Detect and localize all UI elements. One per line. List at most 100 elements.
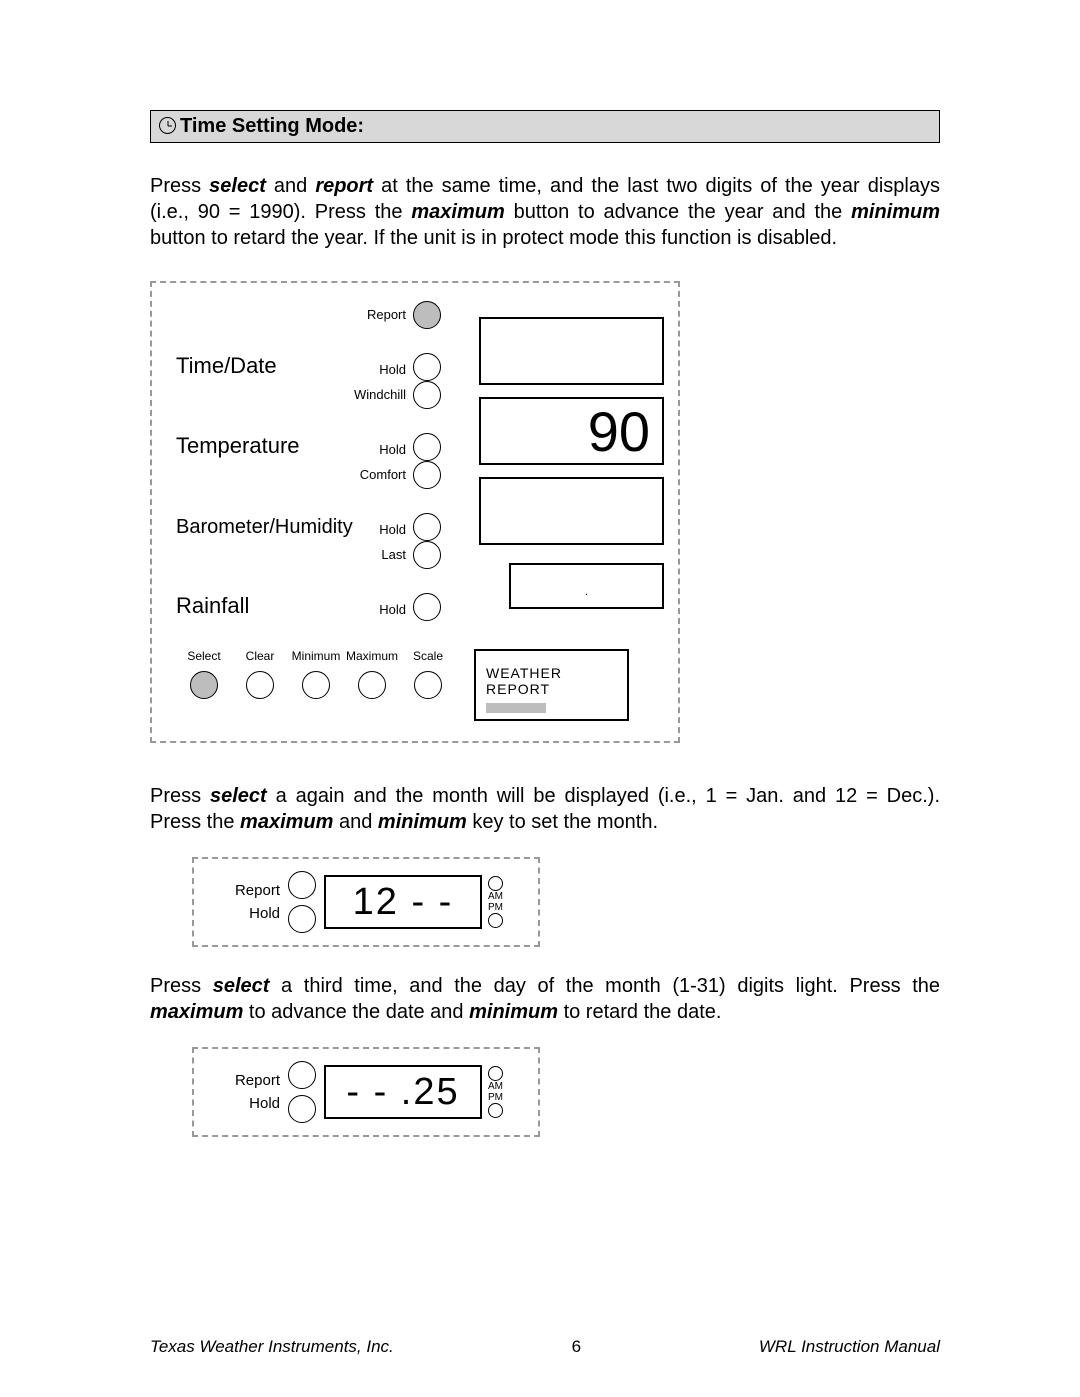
t: Press bbox=[150, 785, 210, 807]
bot-label: Hold bbox=[379, 602, 406, 617]
mini-display: 12 - - bbox=[324, 875, 482, 929]
am-label: AM bbox=[488, 891, 503, 902]
bot-label: Hold bbox=[379, 522, 406, 537]
windchill-button[interactable] bbox=[413, 381, 441, 409]
label: Scale bbox=[400, 649, 456, 663]
bot-label: Hold bbox=[379, 442, 406, 457]
last-button[interactable] bbox=[413, 541, 441, 569]
mini-display: - - .25 bbox=[324, 1065, 482, 1119]
mini-buttons bbox=[284, 871, 320, 933]
row-labels: Temperature Windchill Hold bbox=[176, 381, 406, 461]
hold-button[interactable] bbox=[413, 593, 441, 621]
page-number: 6 bbox=[572, 1337, 581, 1357]
t: Press bbox=[150, 975, 213, 997]
scale-button[interactable] bbox=[414, 671, 442, 699]
kw-maximum: maximum bbox=[150, 1001, 243, 1023]
display-col bbox=[448, 301, 664, 381]
section-heading: Time Setting Mode: bbox=[150, 110, 940, 143]
kw-select: select bbox=[213, 975, 270, 997]
mini-panel-day: Report Hold - - .25 AM PM bbox=[192, 1047, 540, 1137]
page: Time Setting Mode: Press select and repo… bbox=[0, 0, 1080, 1397]
label: Minimum bbox=[288, 649, 344, 663]
t: key to set the month. bbox=[467, 811, 658, 833]
maximum-button-group: Maximum bbox=[344, 649, 400, 699]
am-label: AM bbox=[488, 1081, 503, 1092]
footer-left: Texas Weather Instruments, Inc. bbox=[150, 1337, 394, 1357]
hold-button[interactable] bbox=[288, 1095, 316, 1123]
top-label: Report bbox=[367, 307, 406, 322]
kw-minimum: minimum bbox=[378, 811, 467, 833]
top-label: Comfort bbox=[360, 467, 406, 482]
pm-label: PM bbox=[488, 1092, 503, 1103]
comfort-button[interactable] bbox=[413, 461, 441, 489]
row-labels: Barometer/Humidity Comfort Hold bbox=[176, 461, 406, 541]
row-labels: Rainfall Last Hold bbox=[176, 541, 406, 621]
display-col: . bbox=[448, 541, 664, 621]
kw-maximum: maximum bbox=[411, 201, 504, 223]
bot-label: Hold bbox=[379, 362, 406, 377]
heading-text: Time Setting Mode: bbox=[180, 115, 364, 137]
report-button[interactable] bbox=[288, 1061, 316, 1089]
select-button[interactable] bbox=[190, 671, 218, 699]
mini-labels: Report Hold bbox=[206, 1066, 280, 1118]
row-temperature: Temperature Windchill Hold 90 bbox=[176, 381, 664, 461]
row-title: Temperature bbox=[176, 433, 300, 459]
label: Select bbox=[176, 649, 232, 663]
footer: Texas Weather Instruments, Inc. 6 WRL In… bbox=[150, 1337, 940, 1357]
bottom-buttons: Select Clear Minimum Maximum Scale WEATH… bbox=[176, 649, 664, 721]
t: a third time, and the day of the month (… bbox=[269, 975, 940, 997]
mini-buttons bbox=[284, 1061, 320, 1123]
paragraph-3: Press select a third time, and the day o… bbox=[150, 973, 940, 1025]
report-button[interactable] bbox=[288, 871, 316, 899]
paragraph-2: Press select a again and the month will … bbox=[150, 783, 940, 835]
footer-right: WRL Instruction Manual bbox=[759, 1337, 940, 1357]
am-led bbox=[488, 1066, 503, 1081]
label: Maximum bbox=[344, 649, 400, 663]
button-col bbox=[406, 541, 448, 621]
hold-button[interactable] bbox=[413, 433, 441, 461]
hold-button[interactable] bbox=[288, 905, 316, 933]
t: and bbox=[333, 811, 377, 833]
row-title: Barometer/Humidity bbox=[176, 516, 353, 539]
label: Clear bbox=[232, 649, 288, 663]
paragraph-1: Press select and report at the same time… bbox=[150, 173, 940, 251]
label: Report bbox=[206, 882, 280, 899]
display: 90 bbox=[479, 397, 664, 465]
button-col bbox=[406, 381, 448, 461]
label: Report bbox=[206, 1072, 280, 1089]
weather-bar bbox=[486, 703, 546, 713]
display bbox=[479, 477, 664, 545]
top-label: Windchill bbox=[354, 387, 406, 402]
display-col bbox=[448, 461, 664, 541]
kw-minimum: minimum bbox=[851, 201, 940, 223]
pm-led bbox=[488, 913, 503, 928]
row-labels: Time/Date Report Hold bbox=[176, 301, 406, 381]
display: . bbox=[509, 563, 664, 609]
t: button to advance the year and the bbox=[505, 201, 851, 223]
pm-led bbox=[488, 1103, 503, 1118]
display-col: 90 bbox=[448, 381, 664, 461]
clear-button-group: Clear bbox=[232, 649, 288, 699]
pm-label: PM bbox=[488, 902, 503, 913]
button-col bbox=[406, 301, 448, 381]
display bbox=[479, 317, 664, 385]
hold-button[interactable] bbox=[413, 353, 441, 381]
am-led bbox=[488, 876, 503, 891]
report-button[interactable] bbox=[413, 301, 441, 329]
label: Hold bbox=[206, 905, 280, 922]
clock-icon bbox=[159, 117, 176, 134]
t: Press bbox=[150, 175, 209, 197]
am-pm-indicator: AM PM bbox=[488, 1066, 503, 1118]
t: to retard the date. bbox=[558, 1001, 721, 1023]
t: and bbox=[266, 175, 315, 197]
row-time-date: Time/Date Report Hold bbox=[176, 301, 664, 381]
minimum-button[interactable] bbox=[302, 671, 330, 699]
maximum-button[interactable] bbox=[358, 671, 386, 699]
clear-button[interactable] bbox=[246, 671, 274, 699]
button-col bbox=[406, 461, 448, 541]
t: button to retard the year. If the unit i… bbox=[150, 227, 837, 249]
hold-button[interactable] bbox=[413, 513, 441, 541]
mini-labels: Report Hold bbox=[206, 876, 280, 928]
row-rainfall: Rainfall Last Hold . bbox=[176, 541, 664, 621]
am-pm-indicator: AM PM bbox=[488, 876, 503, 928]
